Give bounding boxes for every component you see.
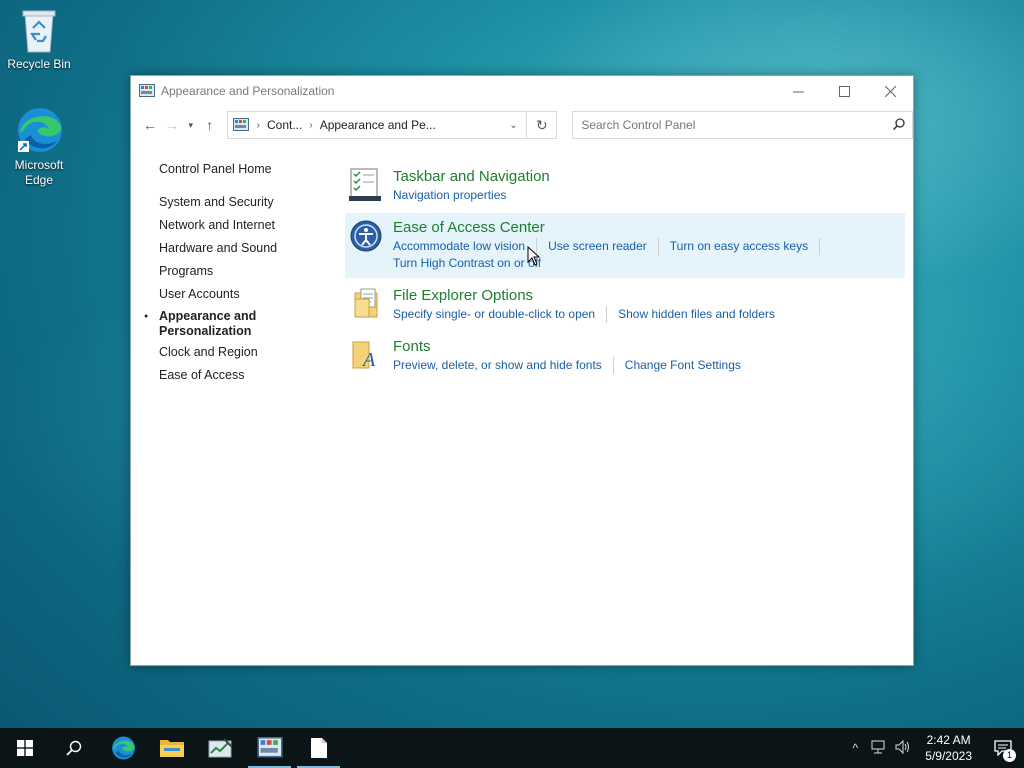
leftnav-programs[interactable]: Programs [159, 263, 329, 286]
task-manager-icon [208, 738, 233, 758]
address-bar[interactable]: › Cont... › Appearance and Pe... ⌄ [226, 111, 528, 139]
recent-locations-button[interactable]: ▾ [183, 114, 199, 136]
taskbar-control-panel-button[interactable] [245, 728, 294, 768]
minimize-button[interactable] [775, 76, 821, 106]
leftnav-appearance-personalization[interactable]: Appearance and Personalization [144, 309, 269, 344]
windows-logo-icon [16, 740, 33, 756]
content-area: Taskbar and Navigation Navigation proper… [345, 162, 905, 383]
leftnav-ease-of-access[interactable]: Ease of Access [159, 367, 329, 390]
search-box[interactable] [572, 111, 913, 139]
link-easy-access-keys[interactable]: Turn on easy access keys [670, 238, 821, 255]
link-accommodate-low-vision[interactable]: Accommodate low vision [393, 238, 538, 255]
section-title[interactable]: File Explorer Options [393, 286, 905, 306]
chevron-right-icon[interactable]: › [257, 120, 260, 131]
search-icon[interactable] [886, 117, 912, 133]
svg-text:A: A [361, 349, 376, 371]
title-bar[interactable]: Appearance and Personalization [131, 76, 913, 106]
leftnav-system-security[interactable]: System and Security [159, 194, 329, 217]
taskbar-edge-button[interactable] [98, 728, 147, 768]
back-button[interactable]: ← [139, 114, 161, 136]
control-panel-home-link[interactable]: Control Panel Home [159, 162, 329, 176]
link-show-hidden-files[interactable]: Show hidden files and folders [618, 306, 786, 323]
taskbar-notepad-button[interactable] [294, 728, 343, 768]
chevron-down-icon: ▾ [188, 119, 194, 130]
breadcrumb-control-panel[interactable]: Cont... [267, 118, 302, 132]
refresh-button[interactable]: ↻ [527, 111, 558, 139]
leftnav-hardware-sound[interactable]: Hardware and Sound [159, 240, 329, 263]
control-panel-window: Appearance and Personalization ← → ▾ ↑ ›… [130, 75, 914, 666]
link-preview-fonts[interactable]: Preview, delete, or show and hide fonts [393, 357, 614, 374]
clock-date: 5/9/2023 [925, 749, 972, 763]
start-button[interactable] [0, 728, 49, 768]
leftnav-user-accounts[interactable]: User Accounts [159, 286, 329, 309]
maximize-icon [838, 85, 850, 97]
search-input[interactable] [581, 118, 886, 132]
fonts-icon: A [352, 341, 376, 371]
leftnav-network-internet[interactable]: Network and Internet [159, 217, 329, 240]
link-change-font-settings[interactable]: Change Font Settings [625, 357, 752, 374]
arrow-up-icon: ↑ [206, 117, 214, 133]
section-fonts: A Fonts Preview, delete, or show and hid… [345, 332, 905, 380]
section-file-explorer-options: File Explorer Options Specify single- or… [345, 281, 905, 329]
desktop-icon-edge[interactable]: Microsoft Edge [1, 105, 77, 188]
notification-count-badge: 1 [1003, 749, 1016, 762]
section-title[interactable]: Fonts [393, 337, 905, 357]
navigation-bar: ← → ▾ ↑ › Cont... › Appearance and Pe...… [131, 106, 913, 144]
taskbar-file-explorer-button[interactable] [147, 728, 196, 768]
recycle-bin-icon [22, 10, 56, 53]
leftnav-clock-region[interactable]: Clock and Region [159, 344, 329, 367]
chevron-right-icon[interactable]: › [309, 120, 312, 131]
volume-icon[interactable] [891, 739, 915, 757]
left-navigation: Control Panel Home System and Security N… [144, 162, 329, 390]
refresh-icon: ↻ [536, 116, 548, 133]
document-icon [310, 738, 327, 758]
mouse-cursor-icon [527, 246, 541, 266]
folder-options-icon [354, 288, 378, 318]
edge-icon [111, 736, 135, 760]
close-icon [884, 85, 896, 97]
up-button[interactable]: ↑ [199, 114, 221, 136]
close-button[interactable] [867, 76, 913, 106]
section-taskbar-navigation: Taskbar and Navigation Navigation proper… [345, 162, 905, 210]
arrow-right-icon: → [164, 117, 179, 133]
desktop-icon-recycle-bin[interactable]: Recycle Bin [1, 8, 77, 72]
taskbar-task-manager-button[interactable] [196, 728, 245, 768]
section-title[interactable]: Ease of Access Center [393, 218, 905, 238]
clock-time: 2:42 AM [926, 733, 971, 747]
link-use-screen-reader[interactable]: Use screen reader [548, 238, 659, 255]
ease-of-access-icon [350, 220, 382, 252]
breadcrumb-appearance[interactable]: Appearance and Pe... [320, 118, 436, 132]
section-title[interactable]: Taskbar and Navigation [393, 167, 905, 187]
minimize-icon [792, 91, 804, 92]
system-tray: ^ 2:42 AM 5/9/2023 1 [843, 728, 1024, 768]
edge-icon [18, 108, 62, 152]
control-panel-icon [139, 84, 155, 97]
link-single-double-click[interactable]: Specify single- or double-click to open [393, 306, 608, 323]
taskbar-icon [349, 168, 381, 201]
forward-button[interactable]: → [161, 114, 183, 136]
link-navigation-properties[interactable]: Navigation properties [393, 187, 517, 204]
notification-center-button[interactable]: 1 [982, 728, 1024, 768]
clock[interactable]: 2:42 AM 5/9/2023 [915, 732, 982, 764]
section-ease-of-access-center: Ease of Access Center Accommodate low vi… [345, 213, 905, 278]
taskbar-search-button[interactable] [49, 728, 98, 768]
taskbar: ^ 2:42 AM 5/9/2023 1 [0, 728, 1024, 768]
address-dropdown-icon[interactable]: ⌄ [500, 120, 526, 131]
desktop-icon-label: Recycle Bin [7, 57, 71, 71]
arrow-left-icon: ← [142, 117, 157, 133]
desktop-icon-label: Microsoft Edge [14, 158, 64, 187]
folder-icon [159, 740, 184, 757]
maximize-button[interactable] [821, 76, 867, 106]
window-title: Appearance and Personalization [161, 84, 335, 98]
network-icon[interactable] [867, 740, 891, 757]
search-icon [65, 740, 81, 756]
control-panel-icon [256, 737, 283, 758]
control-panel-icon [232, 118, 249, 131]
chevron-up-icon[interactable]: ^ [843, 741, 867, 755]
